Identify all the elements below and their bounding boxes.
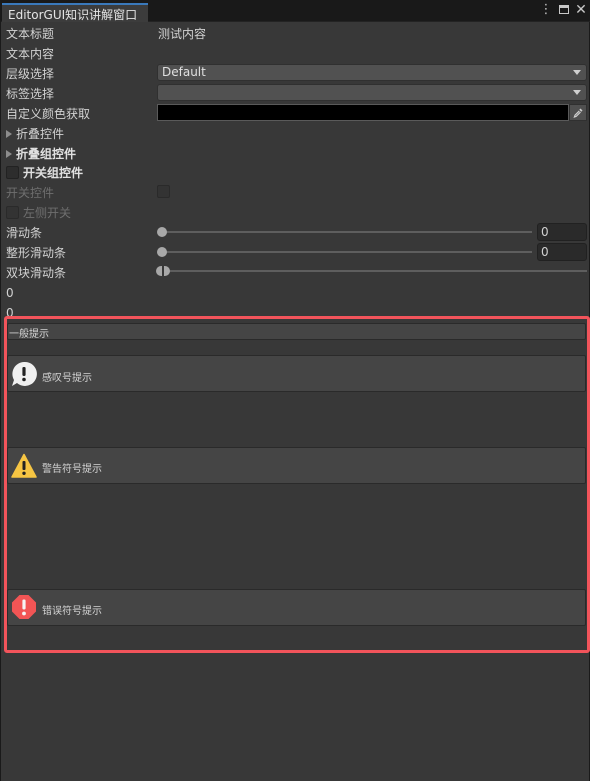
slider-thumb[interactable] [157, 227, 167, 237]
foldout-arrow-icon [6, 130, 12, 138]
minmax-slider-label: 双块滑动条 [6, 266, 67, 280]
tag-dropdown[interactable] [157, 84, 587, 101]
layer-dropdown[interactable]: Default [157, 64, 587, 81]
tag-label: 标签选择 [6, 87, 55, 101]
int-slider-label: 整形滑动条 [6, 246, 67, 260]
minmax-slider-track[interactable] [161, 270, 587, 272]
text-content-label: 文本内容 [6, 47, 55, 61]
text-title-value: 测试内容 [158, 27, 207, 41]
close-icon[interactable]: ✕ [574, 3, 588, 17]
left-toggle-label: 左侧开关 [23, 206, 72, 220]
foldout[interactable]: 折叠控件 [6, 125, 64, 143]
chevron-down-icon [573, 70, 581, 75]
foldout-label: 折叠控件 [16, 127, 65, 141]
chevron-down-icon [573, 90, 581, 95]
color-field[interactable] [157, 104, 569, 121]
foldout-group-label: 折叠组控件 [16, 147, 77, 161]
max-value: 0 [6, 306, 14, 316]
title-bar: EditorGUI知识讲解窗口 ⋮ ✕ [1, 0, 590, 22]
foldout-group[interactable]: 折叠组控件 [6, 145, 76, 163]
toggle-group-checkbox[interactable] [6, 166, 19, 179]
slider-value-field[interactable]: 0 [537, 223, 587, 241]
min-value: 0 [6, 286, 14, 300]
foldout-arrow-icon [6, 150, 12, 158]
left-toggle-checkbox[interactable] [6, 206, 19, 219]
color-label: 自定义颜色获取 [6, 107, 91, 121]
window-tab[interactable]: EditorGUI知识讲解窗口 [2, 3, 148, 22]
text-title-label: 文本标题 [6, 27, 55, 41]
int-slider-track[interactable] [161, 251, 532, 253]
kebab-menu-icon[interactable]: ⋮ [539, 3, 553, 17]
layer-label: 层级选择 [6, 67, 55, 81]
minmax-slider-thumb[interactable] [156, 266, 170, 276]
slider-track[interactable] [161, 231, 532, 233]
int-slider-value-field[interactable]: 0 [537, 243, 587, 261]
eyedropper-icon[interactable] [569, 104, 587, 121]
toggle-group-label: 开关组控件 [23, 166, 84, 180]
maximize-icon[interactable] [557, 3, 571, 17]
slider-label: 滑动条 [6, 226, 43, 240]
int-slider-thumb[interactable] [157, 247, 167, 257]
toggle-checkbox[interactable] [157, 185, 170, 198]
layer-dropdown-value: Default [162, 65, 206, 79]
toggle-label: 开关控件 [6, 186, 55, 200]
editor-window: EditorGUI知识讲解窗口 ⋮ ✕ 文本标题 测试内容 文本内容 层级选择 … [0, 0, 590, 781]
highlight-frame [4, 316, 590, 653]
